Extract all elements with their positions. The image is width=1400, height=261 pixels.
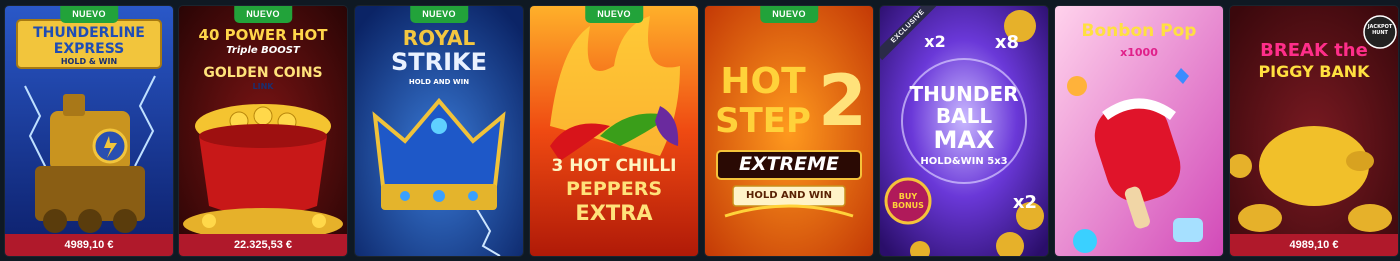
game-card-40-power-hot[interactable]: 40 POWER HOT Triple BOOST GOLDEN COINS L…	[179, 6, 347, 256]
game-title-line1: HOT	[720, 61, 806, 102]
game-title-number: 2	[818, 60, 867, 142]
jackpot-amount: 4989,10 €	[1230, 234, 1398, 256]
buy-bonus-label: BUY BONUS	[892, 192, 924, 210]
game-title-line3: EXTRA	[575, 201, 653, 225]
game-card-hot-step-2[interactable]: NUEVO HOT STEP 2 EXTREME HOLD AND WIN	[705, 6, 873, 256]
game-thumbnail-bonbon-pop	[1055, 6, 1223, 256]
provider-logo: JACKPOT HUNT	[1367, 24, 1393, 36]
multiplier-label: x2	[924, 32, 946, 51]
new-badge: NUEVO	[234, 6, 292, 23]
game-title-line3: GOLDEN COINS	[203, 65, 323, 81]
game-title-line2: PEPPERS	[565, 178, 663, 200]
game-card-royal-strike[interactable]: NUEVO ROYAL STRIKE HOLD AND WIN	[355, 6, 523, 256]
game-title-line2: STRIKE	[390, 48, 488, 76]
game-card-3-hot-chilli-peppers[interactable]: NUEVO 3 HOT CHILLI PEPPERS EXTRA	[530, 6, 698, 256]
new-badge: NUEVO	[585, 6, 643, 23]
game-carousel: NUEVO THUNDERLINE EXPRESS HOLD & WIN 498…	[0, 0, 1400, 261]
multiplier-label: x2	[1012, 192, 1038, 213]
game-title-line1: 40 POWER HOT	[198, 26, 328, 44]
game-card-thunderline-express[interactable]: NUEVO THUNDERLINE EXPRESS HOLD & WIN 498…	[5, 6, 173, 256]
new-badge: NUEVO	[760, 6, 818, 23]
game-title-line2: BALL	[935, 104, 993, 128]
game-title-line2: STEP	[715, 101, 811, 141]
game-card-thunder-ball-max[interactable]: EXCLUSIVE x2 x8 THUNDER BALL MAX HOLD&WI…	[880, 6, 1048, 256]
game-title-line2: Triple BOOST	[226, 45, 300, 56]
game-subtitle: LINK	[252, 82, 274, 91]
game-title-line2: PIGGY BANK	[1258, 62, 1370, 81]
game-title-line1: BREAK the	[1260, 40, 1368, 61]
game-title-line1: 3 HOT CHILLI	[551, 156, 677, 176]
jackpot-amount: 4989,10 €	[5, 234, 173, 256]
game-subtitle: HOLD&WIN 5x3	[920, 156, 1008, 167]
game-subtitle: HOLD AND WIN	[745, 190, 833, 201]
game-title-line1: ROYAL	[402, 26, 476, 50]
game-subtitle: HOLD AND WIN	[408, 78, 470, 86]
game-subtitle: HOLD & WIN	[60, 57, 118, 66]
game-title-line1: THUNDER	[909, 82, 1019, 106]
game-card-break-the-piggy-bank[interactable]: JACKPOT HUNT BREAK the PIGGY BANK 4989,1…	[1230, 6, 1398, 256]
multiplier-label: x8	[994, 32, 1020, 53]
game-title-line1: THUNDERLINE	[33, 25, 145, 41]
jackpot-amount: 22.325,53 €	[179, 234, 347, 256]
game-subtitle: x1000	[1120, 46, 1158, 59]
game-title-line3: EXTREME	[738, 153, 840, 175]
game-title-line1: Bonbon Pop	[1081, 21, 1197, 41]
game-title-line3: MAX	[933, 126, 995, 154]
new-badge: NUEVO	[410, 6, 468, 23]
game-card-bonbon-pop[interactable]: Bonbon Pop x1000	[1055, 6, 1223, 256]
new-badge: NUEVO	[60, 6, 118, 23]
game-title-line2: EXPRESS	[53, 41, 125, 57]
